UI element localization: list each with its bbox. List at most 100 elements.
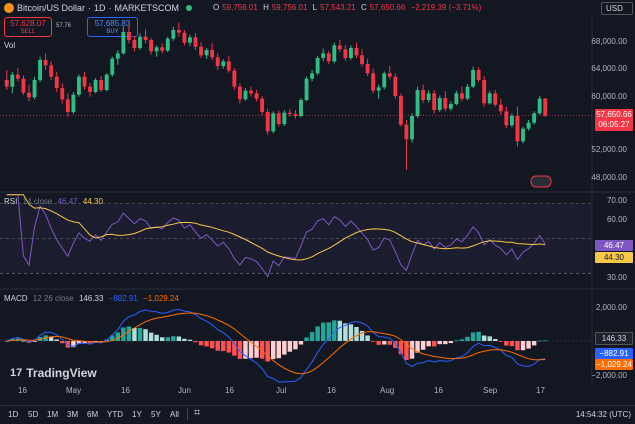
candle-body [521, 128, 525, 142]
time-tick: 16 [225, 386, 234, 395]
macd-hist-bar [132, 327, 137, 341]
macd-hist-bar [493, 338, 498, 341]
toolbar-divider [187, 408, 188, 420]
candle-body [337, 45, 342, 50]
candle-body [515, 116, 520, 142]
macd-tick: 2,000.00 [595, 303, 627, 312]
candle-body [71, 94, 76, 112]
candle-body [49, 65, 54, 77]
timeframe-3m[interactable]: 3M [67, 410, 78, 419]
candle-body [387, 73, 392, 77]
timeframe-ytd[interactable]: YTD [107, 410, 123, 419]
brand-name: TradingView [26, 366, 97, 380]
macd-hist-bar [509, 341, 515, 347]
candle-body [32, 80, 37, 98]
timeframe-6m[interactable]: 6M [87, 410, 98, 419]
macd-hist-bar [209, 341, 215, 349]
macd-hist-bar [271, 341, 276, 360]
time-tick: 16 [121, 386, 130, 395]
time-tick: May [66, 386, 82, 395]
macd-hist-bar [143, 329, 148, 341]
rsi-ma-tag: 44.30 [595, 252, 633, 263]
macd-hist-bar [21, 340, 26, 342]
time-tick: 17 [536, 386, 545, 395]
candle-body [4, 80, 9, 87]
time-tick: Jun [178, 386, 191, 395]
time-tick: Sep [483, 386, 498, 395]
candle-body [404, 124, 409, 140]
macd-hist-bar [520, 341, 526, 351]
timeframe-all[interactable]: All [170, 410, 179, 419]
time-tick: 16 [327, 386, 336, 395]
macd-hist-bar [221, 341, 226, 352]
candle-body [371, 73, 376, 91]
macd-line-value: −882.91 [108, 294, 138, 303]
candle-body [415, 90, 420, 116]
utc-clock[interactable]: 14:54:32 (UTC) [576, 410, 631, 419]
candle-body [321, 53, 326, 58]
candle-body [493, 93, 498, 105]
macd-hist-bar [265, 341, 270, 362]
macd-hist-bar [187, 339, 193, 341]
candle-body [332, 45, 337, 62]
macd-hist-bar [215, 341, 220, 351]
macd-hist-bar [420, 341, 426, 350]
candle-body [199, 46, 204, 56]
price-chart[interactable] [0, 0, 635, 424]
candle-body [115, 53, 120, 59]
rsi-value-tag: 46.47 [595, 240, 633, 251]
macd-hist-bar [382, 341, 387, 345]
rsi-legend[interactable]: RSI 14 close 46.47 44.30 [4, 197, 103, 206]
candle-body [299, 100, 303, 116]
candle-body [421, 90, 426, 100]
candle-body [82, 76, 87, 87]
macd-hist-bar [176, 336, 182, 341]
candle-body [104, 74, 109, 90]
timeframe-1y[interactable]: 1Y [132, 410, 142, 419]
macd-hist-bar [498, 341, 504, 342]
macd-hist-bar [365, 335, 370, 341]
macd-hist-bar [154, 334, 159, 341]
candle-body [237, 86, 242, 100]
candle-body [154, 47, 159, 52]
macd-hist-bar [515, 341, 520, 351]
time-tick: Aug [380, 386, 395, 395]
timeframe-1m[interactable]: 1M [47, 410, 58, 419]
candle-body [171, 30, 176, 39]
candle-body [482, 80, 487, 104]
candle-body [143, 36, 148, 40]
macd-hist-bar [504, 341, 509, 346]
candle-body [221, 61, 226, 66]
timeframe-5y[interactable]: 5Y [151, 410, 161, 419]
date-range-icon[interactable]: ⌗ [194, 407, 200, 420]
candle-body [360, 55, 364, 64]
macd-hist-bar [182, 338, 187, 341]
candle-body [504, 111, 509, 126]
timeframe-5d[interactable]: 5D [28, 410, 38, 419]
candle-body [354, 48, 359, 56]
candle-body [432, 93, 437, 110]
candle-body [293, 114, 298, 116]
macd-hist-bar [526, 341, 531, 349]
macd-hist-bar [293, 341, 298, 350]
candle-body [204, 50, 209, 56]
macd-hist-bar [159, 337, 165, 341]
macd-legend[interactable]: MACD 12 26 close 146.33 −882.91 −1,029.2… [4, 294, 179, 303]
candle-body [160, 47, 165, 51]
candle-body [99, 80, 104, 90]
macd-hist-bar [65, 341, 71, 348]
macd-hist-bar [298, 341, 304, 345]
timeframe-1d[interactable]: 1D [8, 410, 18, 419]
macd-hist-bar [148, 332, 154, 341]
macd-hist-bar [193, 341, 198, 343]
candle-body [304, 78, 309, 100]
candle-body [226, 61, 231, 71]
macd-hist-bar [137, 327, 143, 341]
candle-body [249, 90, 253, 94]
macd-hist-bar [465, 336, 470, 341]
macd-hist-bar [370, 341, 376, 342]
candle-body [76, 76, 81, 95]
macd-hist-value: 146.33 [78, 294, 104, 303]
candle-body [326, 53, 331, 62]
macd-hist-bar [487, 336, 492, 341]
